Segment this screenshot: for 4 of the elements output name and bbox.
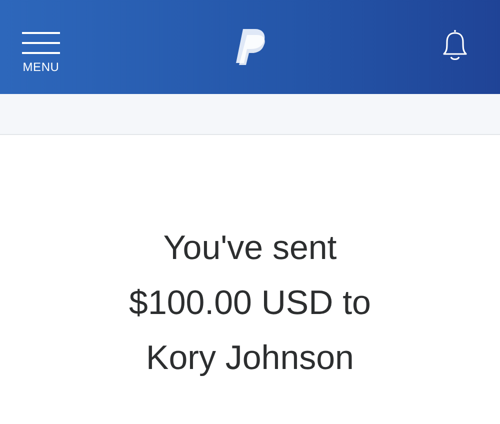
logo-icon (233, 27, 267, 67)
menu-button[interactable]: MENU (22, 32, 60, 74)
confirmation-message: You've sent $100.00 USD to Kory Johnson (129, 228, 371, 379)
menu-icon (22, 32, 60, 54)
